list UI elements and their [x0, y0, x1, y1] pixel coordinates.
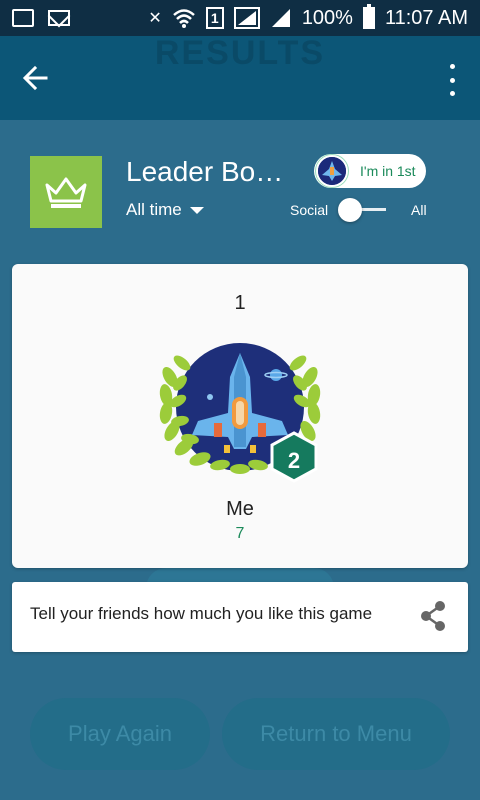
leaderboard-icon: [30, 156, 102, 228]
share-text: Tell your friends how much you like this…: [30, 604, 373, 623]
screenshot-icon: [12, 9, 34, 27]
return-to-menu-button[interactable]: Return to Menu: [222, 698, 450, 770]
status-right-icons: ✕ 1 100% 11:07 AM: [148, 4, 468, 30]
signal-icon: [233, 7, 260, 29]
battery-icon: [362, 4, 375, 29]
leaderboard-title: Leader Bo…: [126, 156, 284, 187]
social-all-toggle[interactable]: [338, 198, 390, 222]
more-vert-icon: [449, 64, 455, 69]
more-options-button[interactable]: [444, 64, 460, 96]
player-score: 7: [235, 525, 245, 542]
toggle-all-label: All: [411, 202, 427, 218]
time-filter-dropdown[interactable]: All time: [126, 200, 204, 220]
crown-icon: [45, 177, 87, 208]
entry-rank: 1: [234, 292, 246, 314]
spaceship-icon: [318, 157, 346, 185]
time-filter-label: All time: [126, 200, 182, 219]
share-icon[interactable]: [418, 600, 448, 632]
share-row[interactable]: Tell your friends how much you like this…: [12, 582, 468, 652]
rank-chip-label: I'm in 1st: [360, 163, 416, 179]
wifi-icon: [172, 9, 195, 28]
clock: 11:07 AM: [384, 6, 468, 29]
play-again-button[interactable]: Play Again: [30, 698, 210, 770]
status-left-icons: [12, 9, 70, 27]
back-button[interactable]: [18, 60, 54, 96]
signal-icon: [271, 9, 290, 27]
battery-percent: 100%: [301, 6, 353, 29]
toggle-social-label: Social: [290, 202, 329, 218]
mail-icon: [48, 10, 70, 26]
rank-chip[interactable]: I'm in 1st: [314, 154, 426, 188]
page-title: RESULTS: [154, 36, 326, 66]
status-bar: ✕ 1 100% 11:07 AM: [0, 0, 480, 36]
caret-down-icon: [189, 206, 204, 214]
arrow-back-icon: [22, 65, 48, 91]
sim-icon: 1: [205, 7, 224, 29]
player-name: Me: [226, 498, 254, 520]
app-bar: RESULTS: [0, 36, 480, 120]
toggle-thumb[interactable]: [338, 198, 362, 222]
mute-icon: ✕: [148, 10, 162, 27]
level-badge: 2: [287, 448, 301, 473]
avatar: [316, 155, 348, 187]
